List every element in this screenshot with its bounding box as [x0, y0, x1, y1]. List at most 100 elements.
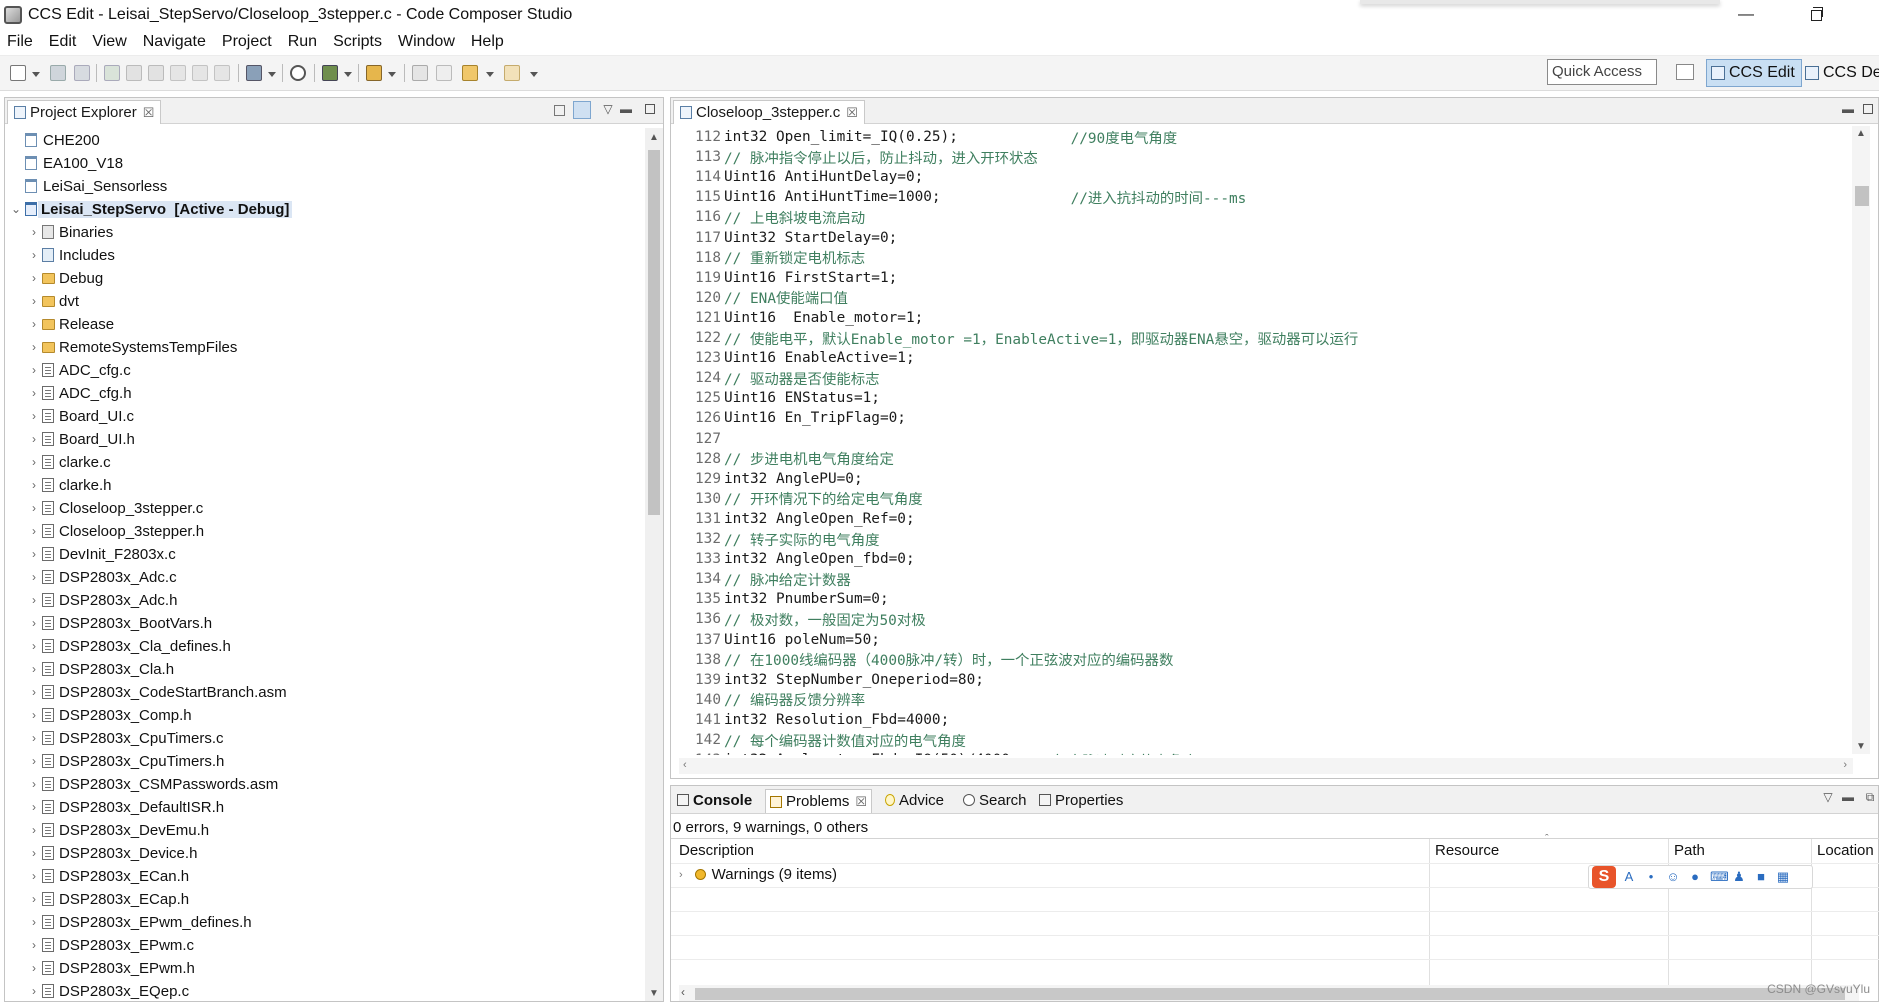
scroll-left-icon[interactable]: ‹ [681, 985, 685, 999]
code-line[interactable]: 129 int32 AnglePU=0; [671, 469, 863, 489]
code-line[interactable]: 123 Uint16 EnableActive=1; [671, 348, 915, 368]
tree-item[interactable]: › Board_UI.h [5, 428, 645, 450]
code-line[interactable]: 112 int32 Open_limit=_IQ(0.25); //90度电气角度 [671, 127, 1177, 147]
collapsed-chevron-icon[interactable]: › [29, 524, 39, 538]
menu-navigate[interactable]: Navigate [135, 33, 214, 51]
scroll-left-icon[interactable]: ‹ [683, 759, 687, 771]
collapsed-chevron-icon[interactable]: › [29, 225, 39, 239]
tab-search[interactable]: Search [963, 790, 1027, 810]
tree-item[interactable]: › DSP2803x_BootVars.h [5, 612, 645, 634]
menu-project[interactable]: Project [214, 33, 280, 51]
code-line[interactable]: 133 int32 AngleOpen_fbd=0; [671, 549, 915, 569]
tree-project-item[interactable]: ⌄ Leisai_StepServo [Active - Debug] [5, 198, 645, 220]
new-icon[interactable] [10, 65, 26, 81]
column-header-description[interactable]: Description [679, 842, 754, 859]
menu-edit[interactable]: Edit [41, 33, 85, 51]
code-line[interactable]: 131 int32 AngleOpen_Ref=0; [671, 509, 915, 529]
close-icon[interactable]: ☒ [143, 105, 155, 121]
tree-item[interactable]: › DSP2803x_CpuTimers.c [5, 727, 645, 749]
collapse-all-icon[interactable] [554, 105, 565, 116]
code-line[interactable]: 141 int32 Resolution_Fbd=4000; [671, 710, 949, 730]
collapsed-chevron-icon[interactable]: › [29, 915, 39, 929]
maximize-view-icon[interactable] [645, 104, 655, 114]
editor-horizontal-scrollbar[interactable]: ‹ › [679, 758, 1853, 774]
collapsed-chevron-icon[interactable]: › [29, 984, 39, 998]
tree-item[interactable]: › DSP2803x_EPwm.c [5, 934, 645, 956]
code-line[interactable]: 113// 脉冲指令停止以后，防止抖动，进入开环状态 [671, 147, 1038, 167]
tree-item[interactable]: › Board_UI.c [5, 405, 645, 427]
code-line[interactable]: 125 Uint16 ENStatus=1; [671, 388, 880, 408]
tree-item[interactable]: › Closeloop_3stepper.c [5, 497, 645, 519]
menu-file[interactable]: File [0, 33, 41, 51]
save-icon[interactable] [50, 65, 66, 81]
ime-toolbar[interactable]: S A • ☺ ● ⌨ ♟ ■ ▦ [1588, 865, 1813, 889]
collapsed-chevron-icon[interactable]: › [29, 478, 39, 492]
tree-item[interactable]: › ADC_cfg.c [5, 359, 645, 381]
warnings-group-row[interactable]: › Warnings (9 items) [679, 866, 837, 883]
code-line[interactable]: 119 Uint16 FirstStart=1; [671, 268, 897, 288]
code-line[interactable]: 130// 开环情况下的给定电气角度 [671, 489, 923, 509]
collapsed-chevron-icon[interactable]: › [29, 685, 39, 699]
problems-horizontal-scrollbar[interactable]: ‹ [679, 985, 1859, 1001]
maximize-view-icon[interactable] [1863, 104, 1873, 114]
build-dropdown-icon[interactable] [268, 72, 276, 77]
editor-vertical-scrollbar[interactable]: ▲ ▼ [1852, 126, 1870, 754]
code-line[interactable]: 128// 步进电机电气角度给定 [671, 449, 894, 469]
collapsed-chevron-icon[interactable]: › [29, 892, 39, 906]
step-over-icon[interactable] [192, 65, 208, 81]
tree-item[interactable]: › DSP2803x_DefaultISR.h [5, 796, 645, 818]
collapsed-chevron-icon[interactable]: › [29, 869, 39, 883]
collapsed-chevron-icon[interactable]: › [29, 961, 39, 975]
collapsed-chevron-icon[interactable]: › [29, 271, 39, 285]
ime-language-icon[interactable]: A [1622, 870, 1636, 884]
restore-button[interactable] [1793, 0, 1839, 30]
restore-view-icon[interactable]: ⧉ [1863, 790, 1877, 804]
column-header-path[interactable]: Path [1674, 842, 1705, 859]
tree-item[interactable]: › DSP2803x_Cla.h [5, 658, 645, 680]
code-line[interactable]: 143int32 Angle_step_Fbd= IQ(50)/4000; //… [671, 750, 1197, 755]
tab-closeloop-3stepper-c[interactable]: Closeloop_3stepper.c ☒ [673, 100, 865, 124]
collapsed-chevron-icon[interactable]: › [29, 731, 39, 745]
tree-item[interactable]: › DSP2803x_EPwm_defines.h [5, 911, 645, 933]
collapsed-chevron-icon[interactable]: › [29, 777, 39, 791]
collapsed-chevron-icon[interactable]: › [29, 754, 39, 768]
minimize-button[interactable]: — [1723, 0, 1769, 30]
quick-access-field[interactable]: Quick Access [1547, 59, 1657, 85]
tab-console[interactable]: Console [677, 790, 752, 810]
sogou-ime-logo[interactable]: S [1592, 866, 1616, 888]
code-line[interactable]: 132// 转子实际的电气角度 [671, 529, 880, 549]
search-icon[interactable] [290, 65, 306, 81]
collapsed-chevron-icon[interactable]: › [29, 363, 39, 377]
collapsed-chevron-icon[interactable]: › [29, 823, 39, 837]
code-line[interactable]: 116// 上电斜坡电流启动 [671, 207, 865, 227]
suspend-icon[interactable] [126, 65, 142, 81]
tab-project-explorer[interactable]: Project Explorer ☒ [7, 100, 162, 124]
tree-project-item[interactable]: LeiSai_Sensorless [5, 175, 645, 197]
tree-item[interactable]: › DSP2803x_Cla_defines.h [5, 635, 645, 657]
scroll-up-icon[interactable]: ▲ [649, 132, 659, 143]
tree-item[interactable]: › DSP2803x_ECap.h [5, 888, 645, 910]
column-header-resource[interactable]: Resource [1435, 842, 1499, 859]
scroll-up-icon[interactable]: ▲ [1856, 128, 1866, 139]
ime-microphone-icon[interactable]: ● [1688, 870, 1702, 884]
toggle-mark-icon[interactable] [412, 65, 428, 81]
collapsed-chevron-icon[interactable]: › [29, 938, 39, 952]
code-line[interactable]: 139 int32 StepNumber_Oneperiod=80; [671, 670, 984, 690]
menu-run[interactable]: Run [280, 33, 325, 51]
back-icon[interactable] [462, 65, 478, 81]
tree-item[interactable]: › DevInit_F2803x.c [5, 543, 645, 565]
tree-item[interactable]: › DSP2803x_CodeStartBranch.asm [5, 681, 645, 703]
code-line[interactable]: 136// 极对数，一般固定为50对极 [671, 609, 926, 629]
collapsed-chevron-icon[interactable]: › [29, 432, 39, 446]
tree-item[interactable]: › dvt [5, 290, 645, 312]
open-perspective-icon[interactable] [1676, 64, 1694, 80]
terminate-icon[interactable] [148, 65, 164, 81]
close-icon[interactable]: ☒ [855, 794, 867, 810]
forward-dropdown-icon[interactable] [530, 72, 538, 77]
ime-skin-icon[interactable]: ■ [1754, 870, 1768, 884]
tab-problems[interactable]: Problems ☒ [765, 789, 873, 813]
menu-view[interactable]: View [84, 33, 134, 51]
collapsed-chevron-icon[interactable]: › [29, 547, 39, 561]
column-divider[interactable] [1668, 839, 1669, 987]
collapsed-chevron-icon[interactable]: › [29, 340, 39, 354]
